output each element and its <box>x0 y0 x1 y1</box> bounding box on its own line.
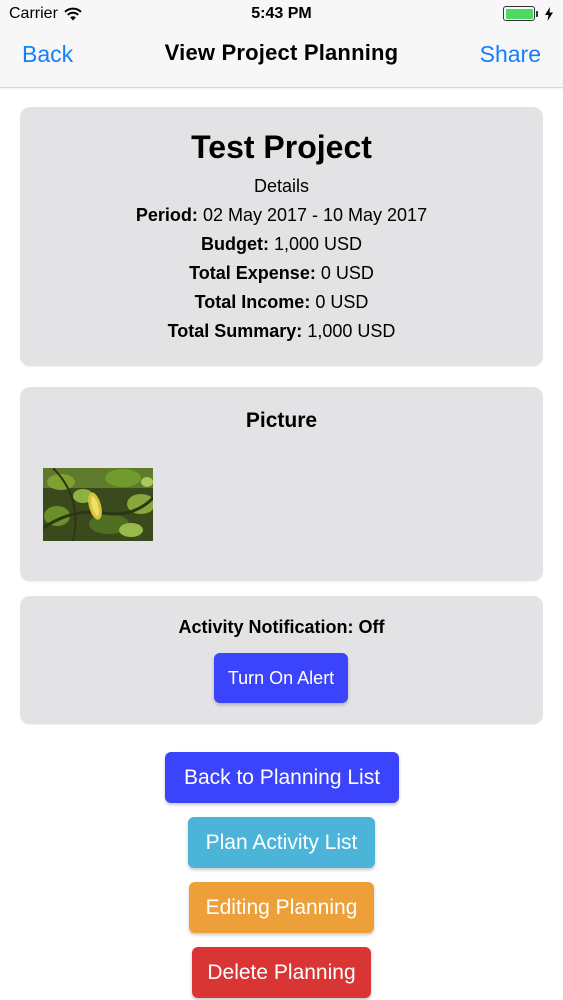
status-time: 5:43 PM <box>251 5 312 22</box>
picture-heading: Picture <box>245 409 318 432</box>
project-title: Test Project <box>191 129 372 165</box>
battery-icon <box>503 6 553 21</box>
budget-label: Budget: <box>200 234 269 254</box>
total-expense-row: Total Expense: 0 USD <box>20 263 543 284</box>
turn-on-alert-button[interactable]: Turn On Alert <box>214 653 348 703</box>
total-expense-value: 0 USD <box>320 263 374 283</box>
battery-tip <box>536 10 538 17</box>
period-row: Period: 02 May 2017 - 10 May 2017 <box>20 205 543 226</box>
project-details-card: Test Project Details Period: 02 May 2017… <box>20 107 543 366</box>
back-to-planning-list-button[interactable]: Back to Planning List <box>165 752 399 803</box>
leaf-photo-image <box>43 468 153 541</box>
details-heading: Details <box>253 176 310 196</box>
status-bar: Carrier 5:43 PM <box>0 0 563 30</box>
project-picture-thumbnail[interactable] <box>43 468 153 541</box>
bolt-icon <box>545 6 553 21</box>
plan-activity-list-button[interactable]: Plan Activity List <box>188 817 375 868</box>
total-summary-row: Total Summary: 1,000 USD <box>20 321 543 342</box>
total-summary-label: Total Summary: <box>167 321 303 341</box>
budget-row: Budget: 1,000 USD <box>20 234 543 255</box>
budget-value: 1,000 USD <box>273 234 363 254</box>
activity-notification-text: Activity Notification: Off <box>20 617 543 638</box>
share-button[interactable]: Share <box>480 41 541 68</box>
total-expense-label: Total Expense: <box>189 263 316 283</box>
total-summary-value: 1,000 USD <box>307 321 396 341</box>
total-income-row: Total Income: 0 USD <box>20 292 543 313</box>
total-income-label: Total Income: <box>194 292 311 312</box>
page-title: View Project Planning <box>164 40 399 65</box>
period-value: 02 May 2017 - 10 May 2017 <box>202 205 428 225</box>
navigation-bar: Back View Project Planning Share <box>0 30 563 88</box>
battery-level-fill <box>505 8 533 19</box>
battery-body <box>503 6 535 21</box>
total-income-value: 0 USD <box>315 292 369 312</box>
delete-planning-button[interactable]: Delete Planning <box>192 947 371 998</box>
activity-notification-label: Activity Notification: <box>178 617 354 637</box>
editing-planning-button[interactable]: Editing Planning <box>189 882 374 933</box>
activity-notification-status: Off <box>358 617 385 637</box>
period-label: Period: <box>135 205 198 225</box>
picture-card: Picture <box>20 387 543 581</box>
